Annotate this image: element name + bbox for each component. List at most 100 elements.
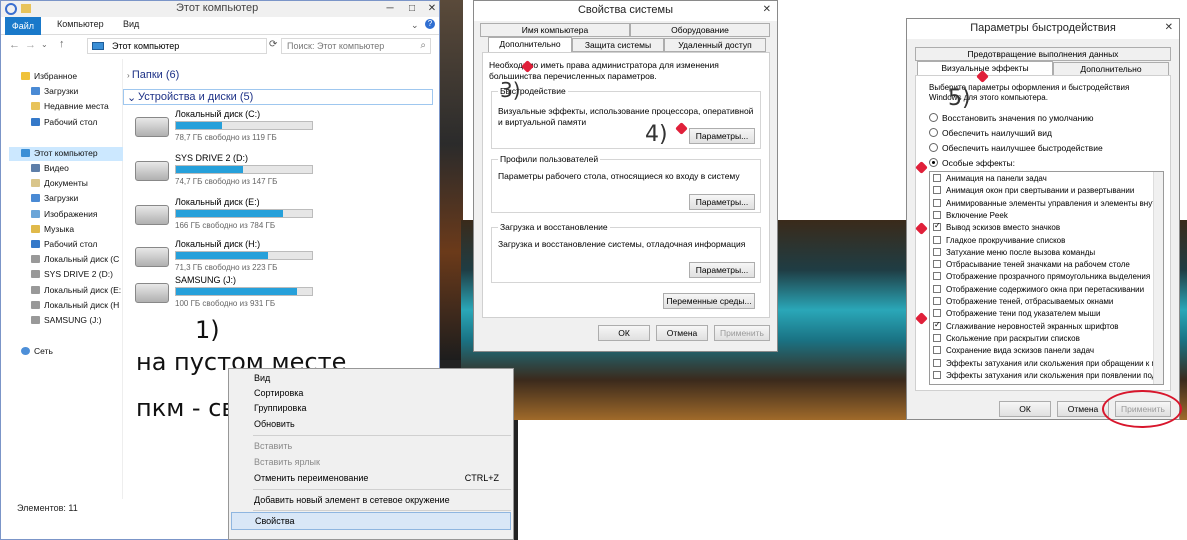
close-icon[interactable]: ✕ [1165,22,1173,33]
tab-file[interactable]: Файл [5,17,41,35]
nav-item-documents[interactable]: Документы [31,178,88,188]
performance-settings-button[interactable]: Параметры... [689,128,755,144]
menu-item-paste-shortcut[interactable]: Вставить ярлык [254,457,320,467]
computer-icon [92,42,104,50]
environment-variables-button[interactable]: Переменные среды... [663,293,755,309]
effect-checkbox[interactable]: Сглаживание неровностей экранных шрифтов [933,320,1119,331]
refresh-icon[interactable]: ⟳ [269,39,277,50]
maximize-icon[interactable]: □ [401,1,423,16]
effect-checkbox[interactable]: Анимация на панели задач [933,174,1047,183]
tab-computer[interactable]: Компьютер [57,19,104,29]
nav-item-video[interactable]: Видео [31,163,69,173]
effect-checkbox[interactable]: Эффекты затухания или скольжения при поя… [933,370,1160,380]
apply-highlight-circle [1102,390,1182,428]
drive-tile[interactable]: SYS DRIVE 2 (D:) 74,7 ГБ свободно из 147 … [135,153,435,193]
nav-this-pc[interactable]: Этот компьютер [9,147,123,161]
menu-item-paste[interactable]: Вставить [254,441,292,451]
tab-advanced[interactable]: Дополнительно [1053,62,1169,76]
nav-item-pictures[interactable]: Изображения [31,209,97,219]
profiles-settings-button[interactable]: Параметры... [689,194,755,210]
radio-custom[interactable]: Особые эффекты: [929,158,1015,168]
hard-drive-icon [135,247,169,267]
help-icon[interactable]: ? [425,19,435,29]
ribbon-expand-icon[interactable]: ⌄ [411,20,419,31]
checkbox-box [933,320,941,330]
address-field[interactable]: Этот компьютер [87,38,267,54]
nav-item-desktop[interactable]: Рабочий стол [31,117,97,127]
minimize-icon[interactable]: ─ [379,1,401,16]
tab-hardware[interactable]: Оборудование [630,23,770,37]
nav-favorites[interactable]: Избранное [21,71,77,81]
tab-advanced[interactable]: Дополнительно [488,37,572,53]
radio-label: Особые эффекты: [942,158,1015,168]
radio-best-performance[interactable]: Обеспечить наилучшее быстродействие [929,143,1103,153]
radio-default[interactable]: Восстановить значения по умолчанию [929,113,1093,123]
drive-tile[interactable]: SAMSUNG (J:) 100 ГБ свободно из 931 ГБ [135,275,435,315]
tab-remote[interactable]: Удаленный доступ [664,38,766,52]
history-chevron-icon[interactable]: ⌄ [41,40,48,49]
nav-item-drive-h[interactable]: Локальный диск (H [31,300,119,310]
nav-label: Рабочий стол [44,117,98,127]
startup-group: Загрузка и восстановление Загрузка и вос… [491,222,761,283]
tab-view[interactable]: Вид [123,19,139,29]
drive-tile[interactable]: Локальный диск (E:) 166 ГБ свободно из 78… [135,197,435,237]
radio-best-appearance[interactable]: Обеспечить наилучший вид [929,128,1052,138]
tab-dep[interactable]: Предотвращение выполнения данных [915,47,1171,61]
effect-checkbox[interactable]: Анимированные элементы управления и элем… [933,198,1163,208]
nav-network[interactable]: Сеть [21,346,53,356]
nav-item-downloads2[interactable]: Загрузки [31,193,78,203]
folders-group-header[interactable]: › Папки (6) [127,69,179,81]
search-placeholder: Поиск: Этот компьютер [287,41,385,51]
drive-usage-fill [176,166,243,173]
effect-checkbox[interactable]: Включение Peek [933,210,1008,220]
nav-item-drive-e[interactable]: Локальный диск (E: [31,285,121,295]
ok-button[interactable]: ОК [999,401,1051,417]
effect-checkbox[interactable]: Отбрасывание теней значками на рабочем с… [933,260,1130,269]
nav-item-desktop2[interactable]: Рабочий стол [31,239,97,249]
effect-checkbox[interactable]: Отображение тени под указателем мыши [933,309,1100,318]
search-input[interactable]: Поиск: Этот компьютер ⌕ [281,38,431,54]
effect-checkbox[interactable]: Вывод эскизов вместо значков [933,221,1060,232]
cancel-button[interactable]: Отмена [656,325,708,341]
menu-item-add-network-location[interactable]: Добавить новый элемент в сетевое окружен… [254,495,450,505]
ribbon: Файл Компьютер Вид ⌄ ? [1,17,439,35]
back-icon[interactable]: ← [9,39,20,51]
startup-settings-button[interactable]: Параметры... [689,262,755,278]
nav-item-drive-j[interactable]: SAMSUNG (J:) [31,315,102,325]
drive-tile[interactable]: Локальный диск (H:) 71,3 ГБ свободно из 2… [135,239,435,279]
menu-item-undo-rename[interactable]: Отменить переименование [254,473,368,483]
forward-icon[interactable]: → [25,39,36,51]
up-icon[interactable]: ↑ [59,38,65,50]
close-icon[interactable]: ✕ [421,1,443,16]
menu-item-sort[interactable]: Сортировка [254,388,303,398]
effect-checkbox[interactable]: Отображение содержимого окна при перетас… [933,284,1144,294]
nav-item-recent[interactable]: Недавние места [31,101,109,111]
effect-checkbox[interactable]: Отображение теней, отбрасываемых окнами [933,297,1113,306]
nav-item-drive-d[interactable]: SYS DRIVE 2 (D:) [31,269,113,279]
ok-button[interactable]: ОК [598,325,650,341]
close-icon[interactable]: ✕ [763,4,771,15]
effect-checkbox[interactable]: Сохранение вида эскизов панели задач [933,346,1094,355]
apply-button[interactable]: Применить [714,325,770,341]
video-folder-icon [31,164,40,172]
nav-item-drive-c[interactable]: Локальный диск (C [31,254,119,264]
menu-item-group[interactable]: Группировка [254,403,306,413]
nav-item-music[interactable]: Музыка [31,224,74,234]
explorer-titlebar[interactable]: Этот компьютер ─ □ ✕ [1,1,439,17]
profiles-label: Профили пользователей [498,154,601,164]
menu-item-refresh[interactable]: Обновить [254,419,295,429]
menu-item-view[interactable]: Вид [254,373,270,383]
menu-item-properties[interactable]: Свойства [231,512,511,530]
devices-group-header[interactable]: ⌄ Устройства и диски (5) [123,89,433,105]
effect-checkbox[interactable]: Затухание меню после вызова команды [933,247,1095,257]
effect-checkbox[interactable]: Скольжение при раскрытии списков [933,333,1080,343]
tab-system-protection[interactable]: Защита системы [572,38,664,52]
list-scrollbar[interactable] [1153,172,1163,384]
tab-computer-name[interactable]: Имя компьютера [480,23,630,37]
effect-checkbox[interactable]: Отображение прозрачного прямоугольника в… [933,272,1150,281]
nav-item-downloads[interactable]: Загрузки [31,86,78,96]
effect-checkbox[interactable]: Гладкое прокручивание списков [933,235,1065,245]
effect-checkbox[interactable]: Эффекты затухания или скольжения при обр… [933,358,1161,368]
effect-checkbox[interactable]: Анимация окон при свертывании и разверты… [933,186,1134,195]
drive-tile[interactable]: Локальный диск (C:) 78,7 ГБ свободно из 1… [135,109,435,149]
